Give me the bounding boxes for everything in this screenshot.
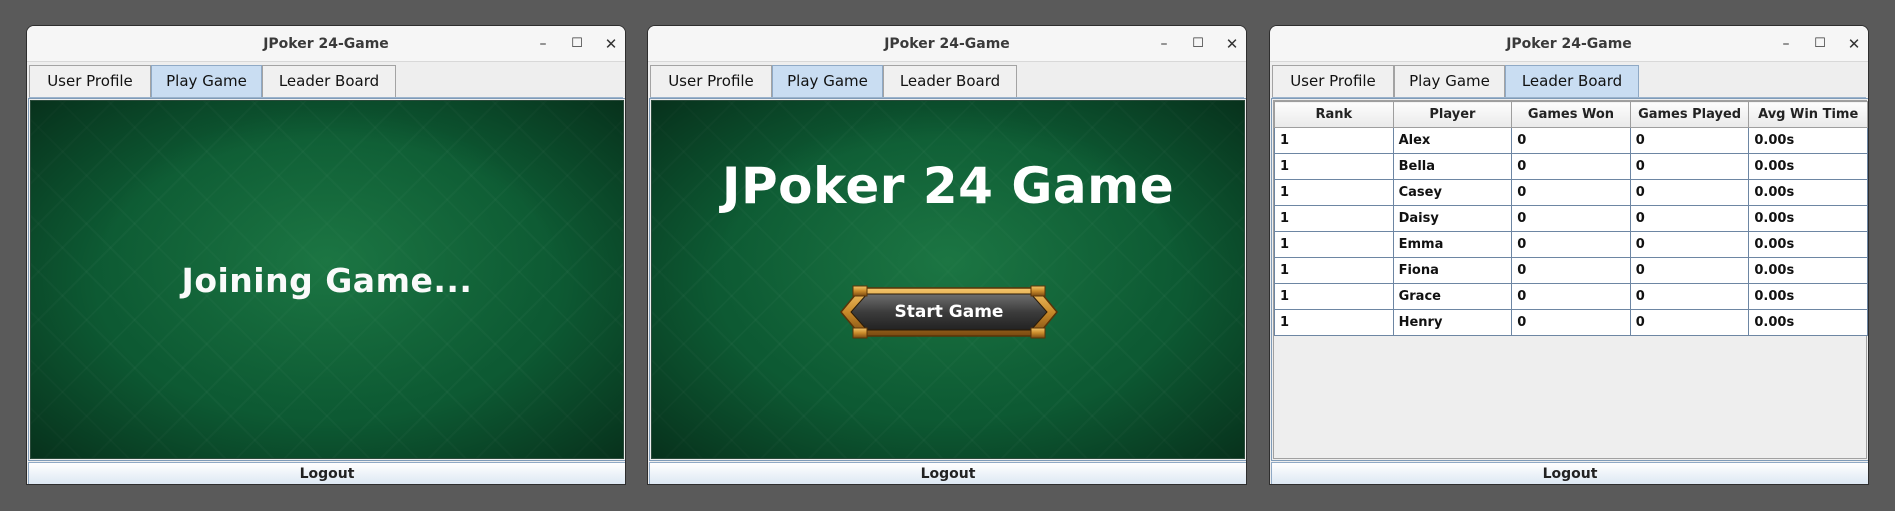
tab-user-profile[interactable]: User Profile xyxy=(1272,65,1394,97)
cell-games-won: 0 xyxy=(1511,257,1631,284)
minimize-icon[interactable]: – xyxy=(1776,34,1796,54)
column-header-player[interactable]: Player xyxy=(1392,101,1513,128)
table-row[interactable]: 1 Bella 0 0 0.00s xyxy=(1274,153,1868,180)
start-game-label: Start Game xyxy=(894,302,1004,322)
cell-avg-win-time: 0.00s xyxy=(1748,257,1868,284)
cell-player: Casey xyxy=(1392,179,1513,206)
column-header-games-won[interactable]: Games Won xyxy=(1511,101,1631,128)
tab-play-game[interactable]: Play Game xyxy=(772,65,883,97)
cell-avg-win-time: 0.00s xyxy=(1748,127,1868,154)
cell-avg-win-time: 0.00s xyxy=(1748,283,1868,310)
cell-player: Alex xyxy=(1392,127,1513,154)
cell-games-won: 0 xyxy=(1511,231,1631,258)
logout-button[interactable]: Logout xyxy=(649,462,1246,484)
cell-rank: 1 xyxy=(1274,309,1394,336)
tab-content: Rank Player Games Won Games Played Avg W… xyxy=(1271,98,1868,461)
cell-rank: 1 xyxy=(1274,283,1394,310)
cell-rank: 1 xyxy=(1274,205,1394,232)
tab-play-game[interactable]: Play Game xyxy=(1394,65,1505,97)
tab-leader-board[interactable]: Leader Board xyxy=(1505,65,1639,97)
table-row[interactable]: 1 Emma 0 0 0.00s xyxy=(1274,231,1868,258)
game-title: JPoker 24 Game xyxy=(721,157,1175,215)
cell-player: Grace xyxy=(1392,283,1513,310)
tab-play-game[interactable]: Play Game xyxy=(151,65,262,97)
cell-games-played: 0 xyxy=(1629,127,1750,154)
minimize-icon[interactable]: – xyxy=(533,34,553,54)
logout-button[interactable]: Logout xyxy=(1271,462,1868,484)
cell-rank: 1 xyxy=(1274,127,1394,154)
logout-button[interactable]: Logout xyxy=(28,462,625,484)
tab-user-profile[interactable]: User Profile xyxy=(29,65,151,97)
leaderboard-table: Rank Player Games Won Games Played Avg W… xyxy=(1274,101,1868,336)
cell-games-played: 0 xyxy=(1629,231,1750,258)
maximize-icon[interactable]: ☐ xyxy=(1188,34,1208,54)
minimize-icon[interactable]: – xyxy=(1154,34,1174,54)
cell-player: Emma xyxy=(1392,231,1513,258)
cell-player: Henry xyxy=(1392,309,1513,336)
cell-rank: 1 xyxy=(1274,153,1394,180)
cell-player: Fiona xyxy=(1392,257,1513,284)
table-row[interactable]: 1 Henry 0 0 0.00s xyxy=(1274,309,1868,336)
cell-games-played: 0 xyxy=(1629,257,1750,284)
cell-games-played: 0 xyxy=(1629,205,1750,232)
close-icon[interactable]: ✕ xyxy=(1222,34,1242,54)
title-bar[interactable]: JPoker 24-Game – ☐ ✕ xyxy=(1270,26,1868,62)
title-bar[interactable]: JPoker 24-Game – ☐ ✕ xyxy=(648,26,1246,62)
column-header-games-played[interactable]: Games Played xyxy=(1629,101,1750,128)
cell-player: Daisy xyxy=(1392,205,1513,232)
close-icon[interactable]: ✕ xyxy=(601,34,621,54)
cell-avg-win-time: 0.00s xyxy=(1748,153,1868,180)
cell-games-won: 0 xyxy=(1511,283,1631,310)
table-row[interactable]: 1 Grace 0 0 0.00s xyxy=(1274,283,1868,310)
game-table-background: Joining Game... xyxy=(30,100,624,459)
cell-player: Bella xyxy=(1392,153,1513,180)
window-start: JPoker 24-Game – ☐ ✕ User Profile Play G… xyxy=(647,25,1247,485)
tab-content: JPoker 24 Game Start Game xyxy=(649,98,1246,461)
window-leaderboard: JPoker 24-Game – ☐ ✕ User Profile Play G… xyxy=(1269,25,1869,485)
table-header-row: Rank Player Games Won Games Played Avg W… xyxy=(1274,101,1868,128)
cell-avg-win-time: 0.00s xyxy=(1748,205,1868,232)
table-row[interactable]: 1 Daisy 0 0 0.00s xyxy=(1274,205,1868,232)
tab-content: Joining Game... xyxy=(28,98,625,461)
tab-bar: User Profile Play Game Leader Board xyxy=(650,65,1244,98)
tab-bar: User Profile Play Game Leader Board xyxy=(29,65,623,98)
table-row[interactable]: 1 Alex 0 0 0.00s xyxy=(1274,127,1868,154)
cell-rank: 1 xyxy=(1274,257,1394,284)
joining-status-text: Joining Game... xyxy=(181,261,473,300)
cell-games-won: 0 xyxy=(1511,205,1631,232)
cell-avg-win-time: 0.00s xyxy=(1748,179,1868,206)
cell-games-played: 0 xyxy=(1629,283,1750,310)
window-joining: JPoker 24-Game – ☐ ✕ User Profile Play G… xyxy=(26,25,626,485)
cell-games-won: 0 xyxy=(1511,127,1631,154)
column-header-avg-win-time[interactable]: Avg Win Time xyxy=(1748,101,1868,128)
column-header-rank[interactable]: Rank xyxy=(1274,101,1394,128)
cell-games-played: 0 xyxy=(1629,179,1750,206)
cell-avg-win-time: 0.00s xyxy=(1748,231,1868,258)
cell-games-won: 0 xyxy=(1511,153,1631,180)
tab-user-profile[interactable]: User Profile xyxy=(650,65,772,97)
maximize-icon[interactable]: ☐ xyxy=(1810,34,1830,54)
cell-games-played: 0 xyxy=(1629,309,1750,336)
cell-games-won: 0 xyxy=(1511,309,1631,336)
tab-leader-board[interactable]: Leader Board xyxy=(883,65,1017,97)
title-bar[interactable]: JPoker 24-Game – ☐ ✕ xyxy=(27,26,625,62)
tab-leader-board[interactable]: Leader Board xyxy=(262,65,396,97)
leaderboard-table-container: Rank Player Games Won Games Played Avg W… xyxy=(1273,100,1868,459)
game-table-background: JPoker 24 Game Start Game xyxy=(651,100,1245,459)
close-icon[interactable]: ✕ xyxy=(1844,34,1864,54)
table-row[interactable]: 1 Casey 0 0 0.00s xyxy=(1274,179,1868,206)
maximize-icon[interactable]: ☐ xyxy=(567,34,587,54)
cell-games-played: 0 xyxy=(1629,153,1750,180)
tab-bar: User Profile Play Game Leader Board xyxy=(1272,65,1866,98)
cell-rank: 1 xyxy=(1274,231,1394,258)
start-game-button[interactable]: Start Game xyxy=(839,284,1059,340)
table-row[interactable]: 1 Fiona 0 0 0.00s xyxy=(1274,257,1868,284)
cell-rank: 1 xyxy=(1274,179,1394,206)
cell-games-won: 0 xyxy=(1511,179,1631,206)
cell-avg-win-time: 0.00s xyxy=(1748,309,1868,336)
